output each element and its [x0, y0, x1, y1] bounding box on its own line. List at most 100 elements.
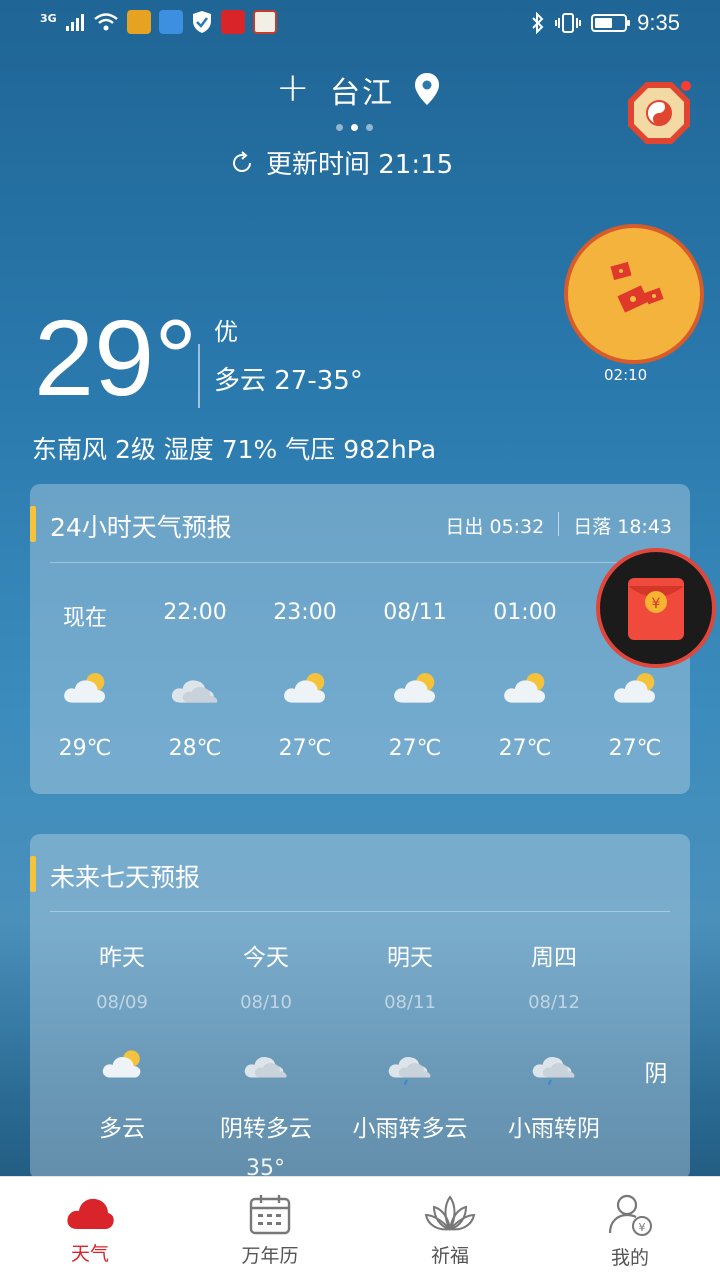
city-name[interactable]: 台江: [330, 68, 394, 112]
app-notification-icon: [126, 10, 151, 34]
light-rain-icon: [388, 1057, 431, 1086]
tab-blessing[interactable]: 祈福: [360, 1177, 540, 1280]
section-accent-bar: [30, 856, 36, 892]
temp-divider: [198, 344, 200, 408]
hour-temp: 28℃: [168, 736, 222, 761]
seven-day-forecast-card[interactable]: 未来七天预报 昨天 08/09 多云 今天 08/10 阴转多云 明天 08/11 小雨转多云周…: [30, 834, 690, 1180]
hour-time: 23:00: [273, 600, 337, 625]
hour-item[interactable]: 08/11 27℃: [360, 600, 470, 761]
header: + 台江: [0, 60, 720, 120]
mountain-app-icon: [158, 10, 183, 34]
partly-cloudy-icon: [284, 673, 326, 703]
page-dot: [336, 124, 343, 131]
lotus-icon: [424, 1195, 476, 1231]
tab-weather[interactable]: 天气: [0, 1177, 180, 1280]
red-packet-button[interactable]: ¥: [596, 548, 716, 668]
day-item[interactable]: 阴: [626, 938, 686, 1143]
hourly-title: 24小时天气预报: [50, 513, 232, 542]
daily-title: 未来七天预报: [50, 863, 201, 892]
daily-list[interactable]: 昨天 08/09 多云 今天 08/10 阴转多云 明天 08/11 小雨转多云 周四 08/12 小…: [50, 938, 686, 1143]
day-weather: 阴: [644, 1061, 668, 1087]
day-name: 明天: [387, 945, 433, 971]
hour-icon-wrap: [388, 654, 442, 724]
hour-time: 22:00: [163, 600, 227, 625]
hour-icon-wrap: [168, 654, 222, 724]
signal-icon: [65, 14, 84, 31]
day-weather: 小雨转多云: [352, 1116, 468, 1142]
day-item[interactable]: 周四 08/12 小雨转阴: [482, 938, 626, 1143]
bagua-fortune-icon[interactable]: [626, 80, 692, 146]
day-item[interactable]: 昨天 08/09 多云: [50, 938, 194, 1143]
day-item[interactable]: 今天 08/10 阴转多云: [194, 938, 338, 1143]
hour-item[interactable]: 23:00 27℃: [250, 600, 360, 761]
red-envelope-app-icon: [220, 10, 245, 34]
sunset-time: 日落 18:43: [573, 516, 672, 538]
sun-divider: [558, 512, 560, 536]
card-divider: [50, 562, 670, 563]
day-icon-wrap: [241, 1035, 291, 1095]
refresh-icon[interactable]: [230, 150, 254, 175]
tab-mine[interactable]: ¥ 我的: [540, 1177, 720, 1280]
cloudy-icon: [244, 1057, 287, 1078]
day-icon-wrap: [97, 1035, 147, 1095]
wifi-icon: [93, 13, 118, 31]
red-envelopes-icon: [610, 261, 664, 313]
day-item[interactable]: 明天 08/11 小雨转多云: [338, 938, 482, 1143]
day-weather: 阴转多云: [220, 1116, 312, 1142]
partly-cloudy-icon: [614, 673, 656, 703]
hour-item[interactable]: 22:00 28℃: [140, 600, 250, 761]
hour-temp: 27℃: [608, 736, 662, 761]
section-accent-bar: [30, 506, 36, 542]
tab-label: 万年历: [241, 1245, 299, 1267]
hour-item[interactable]: 现在 29℃: [30, 600, 140, 761]
hour-time: 01:00: [493, 600, 557, 625]
bottom-tab-bar: 天气 万年历 祈福 ¥ 我的: [0, 1176, 720, 1280]
day-icon-wrap: [385, 1035, 435, 1095]
air-quality[interactable]: 优: [214, 312, 238, 347]
day-weather: 小雨转阴: [508, 1116, 600, 1142]
hour-temp: 27℃: [388, 736, 442, 761]
day-name: 昨天: [99, 945, 145, 971]
hourly-list[interactable]: 现在 29℃ 22:00 28℃ 23:00 27℃ 08/11 27℃ 01:00 27℃ 27℃: [30, 600, 690, 761]
floating-red-envelope-ball[interactable]: [564, 224, 704, 364]
page-dot: [351, 124, 358, 131]
status-left: 3G: [40, 10, 277, 34]
sun-times: 日出 05:32 日落 18:43: [445, 512, 672, 539]
svg-text:¥: ¥: [639, 1221, 646, 1234]
location-pin-icon[interactable]: [414, 72, 440, 106]
hour-temp: 27℃: [498, 736, 552, 761]
battery-icon: [591, 14, 631, 32]
weather-details: 东南风 2级 湿度 71% 气压 982hPa: [32, 435, 437, 464]
partly-cloudy-icon: [102, 1050, 141, 1078]
tab-calendar[interactable]: 万年历: [180, 1177, 360, 1280]
partly-cloudy-icon: [504, 673, 546, 703]
sunrise-time: 日出 05:32: [445, 516, 545, 538]
hour-item[interactable]: 01:00 27℃: [470, 600, 580, 761]
status-bar: 3G 9:35: [0, 0, 720, 50]
cloudy-icon: [171, 680, 218, 703]
add-city-button[interactable]: +: [276, 68, 310, 108]
float-ball-timer: 02:10: [604, 366, 648, 384]
update-time: 更新时间 21:15: [266, 150, 454, 180]
hour-icon-wrap: [58, 654, 112, 724]
red-packet-icon: ¥: [628, 578, 684, 640]
clock: 9:35: [637, 10, 680, 35]
hour-icon-wrap: [498, 654, 552, 724]
hour-temp: 29℃: [58, 736, 112, 761]
day-date: 08/11: [384, 992, 436, 1013]
hour-icon-wrap: [278, 654, 332, 724]
day-name: 周四: [531, 945, 577, 971]
user-icon: ¥: [608, 1194, 652, 1236]
day-date: 08/10: [240, 992, 292, 1013]
calendar-app-icon: [252, 10, 277, 34]
network-label: 3G: [40, 11, 57, 25]
shield-icon: [192, 11, 211, 33]
hourly-forecast-card[interactable]: 24小时天气预报 日出 05:32 日落 18:43 现在 29℃ 22:00 28℃…: [30, 484, 690, 794]
cloud-icon: [67, 1198, 114, 1229]
light-rain-icon: [532, 1057, 575, 1086]
tab-label: 我的: [610, 1247, 649, 1269]
hour-time: 现在: [62, 606, 107, 631]
day-date: 08/09: [96, 992, 148, 1013]
current-temperature: 29°: [34, 297, 198, 418]
update-row[interactable]: 更新时间 21:15: [230, 144, 453, 181]
